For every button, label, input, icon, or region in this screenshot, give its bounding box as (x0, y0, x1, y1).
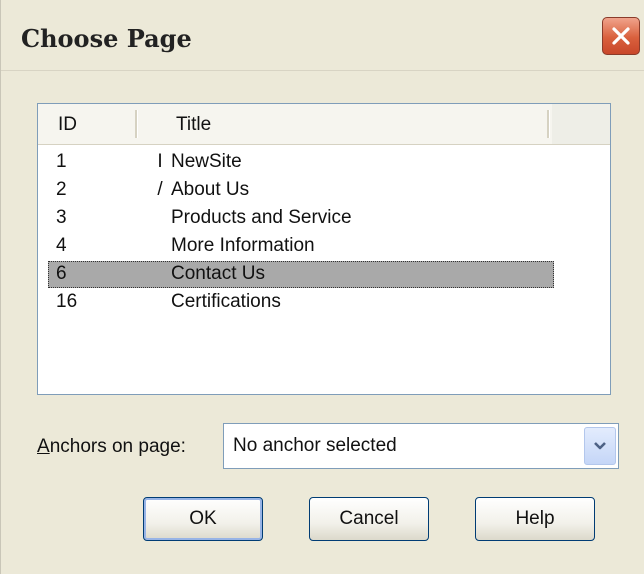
column-divider[interactable] (547, 110, 550, 138)
anchors-label: Anchors on page: (37, 436, 186, 458)
row-id: 4 (56, 235, 67, 256)
chevron-down-icon (594, 442, 606, 450)
ok-button[interactable]: OK (143, 497, 263, 541)
row-title: NewSite (171, 151, 242, 172)
column-header-id[interactable]: ID (58, 114, 77, 136)
row-id: 16 (56, 291, 78, 312)
list-item[interactable]: 3 Products and Service (48, 205, 554, 232)
anchors-dropdown-value: No anchor selected (233, 435, 397, 456)
anchors-label-text: nchors on page: (49, 436, 186, 457)
list-header: ID Title (38, 104, 610, 145)
list-item[interactable]: 4 More Information (48, 233, 554, 260)
row-title: Certifications (171, 291, 281, 312)
dropdown-button[interactable] (584, 427, 616, 465)
choose-page-dialog: Choose Page ID Title 1 I NewSite 2 / Abo… (0, 0, 644, 574)
row-id: 2 (56, 179, 67, 200)
help-button[interactable]: Help (475, 497, 595, 541)
row-title: About Us (171, 179, 250, 200)
column-divider[interactable] (135, 110, 138, 138)
column-header-empty (552, 104, 610, 144)
row-title: Products and Service (171, 207, 352, 228)
row-title: Contact Us (171, 263, 265, 284)
cancel-button[interactable]: Cancel (309, 497, 429, 541)
list-item[interactable]: 6 Contact Us (48, 261, 554, 288)
row-id: 1 (56, 151, 67, 172)
close-button[interactable] (602, 17, 640, 55)
column-header-title[interactable]: Title (176, 114, 211, 136)
tree-marker: I (157, 151, 163, 172)
list-item[interactable]: 2 / About Us (48, 177, 554, 204)
row-title: More Information (171, 235, 315, 256)
row-id: 6 (56, 263, 67, 284)
title-bar: Choose Page (1, 0, 644, 71)
tree-marker: / (157, 179, 163, 200)
list-item[interactable]: 16 Certifications (48, 289, 554, 316)
anchors-dropdown[interactable]: No anchor selected (223, 423, 619, 469)
list-item[interactable]: 1 I NewSite (48, 149, 554, 176)
dialog-title: Choose Page (21, 24, 192, 53)
row-id: 3 (56, 207, 67, 228)
anchors-label-accelerator: A (37, 436, 50, 457)
close-icon (612, 27, 630, 45)
page-list[interactable]: ID Title 1 I NewSite 2 / About Us 3 Prod… (37, 103, 611, 395)
